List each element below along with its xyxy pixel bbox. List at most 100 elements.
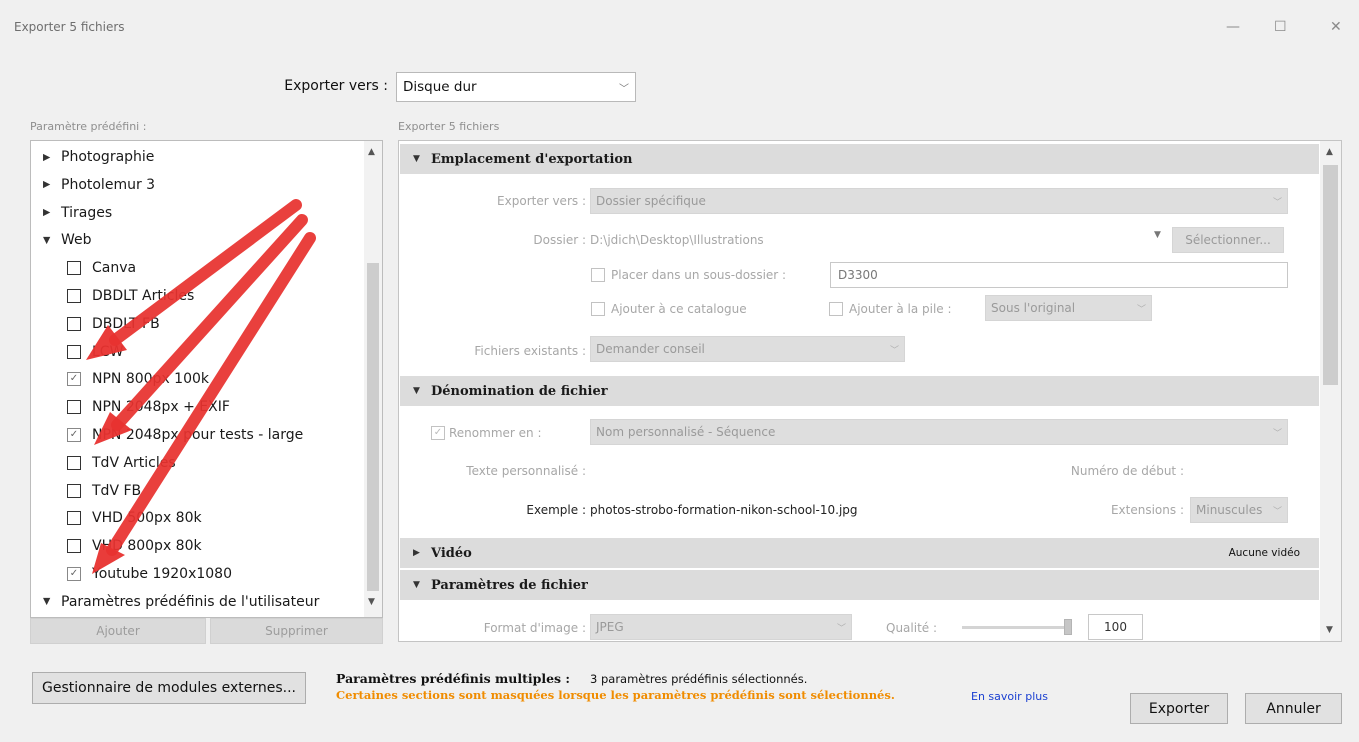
preset-item-label: TdV FB xyxy=(92,482,142,499)
triangle-down-icon: ▼ xyxy=(413,154,420,164)
hidden-sections-warning: Certaines sections sont masquées lorsque… xyxy=(336,688,895,702)
preset-scrollbar[interactable]: ▲ ▼ xyxy=(364,141,382,617)
triangle-down-icon: ▼ xyxy=(413,386,420,396)
extensions-value: Minuscules xyxy=(1196,503,1263,517)
quality-slider-thumb[interactable] xyxy=(1064,619,1072,635)
preset-item-label: NPN 2048px + EXIF xyxy=(92,399,230,416)
rename-template-value: Nom personnalisé - Séquence xyxy=(596,425,776,439)
scroll-down-icon[interactable]: ▼ xyxy=(1326,625,1333,635)
custom-text-label: Texte personnalisé : xyxy=(466,464,586,478)
export-button[interactable]: Exporter xyxy=(1130,693,1228,724)
scroll-up-icon[interactable]: ▲ xyxy=(1326,147,1333,157)
chevron-down-icon: ﹀ xyxy=(1272,506,1282,517)
preset-item[interactable]: DBDLT Articles xyxy=(67,282,194,310)
preset-checkbox[interactable] xyxy=(67,344,81,359)
preset-checkbox[interactable]: ✓ xyxy=(67,428,81,442)
preset-item[interactable]: VHD 500px 80k xyxy=(67,504,202,532)
rename-checkbox[interactable]: ✓ xyxy=(431,426,445,440)
rename-template-dropdown[interactable]: Nom personnalisé - Séquence ﹀ xyxy=(590,419,1288,445)
multi-preset-value: 3 paramètres prédéfinis sélectionnés. xyxy=(590,672,808,686)
stack-dropdown[interactable]: Sous l'original ﹀ xyxy=(985,295,1152,321)
add-catalog-checkbox[interactable] xyxy=(591,302,605,316)
preset-item-label: NPN 2048px pour tests - large xyxy=(92,427,304,443)
triangle-right-icon: ▶ xyxy=(413,548,420,558)
preset-item-label: LCW xyxy=(92,343,124,360)
preset-checkbox[interactable] xyxy=(67,400,81,415)
preset-folder[interactable]: ▼ Web xyxy=(43,226,92,254)
section-file-naming[interactable]: ▼ Dénomination de fichier xyxy=(400,376,1319,406)
preset-item[interactable]: ✓ NPN 2048px pour tests - large xyxy=(67,421,303,449)
add-catalog-label: Ajouter à ce catalogue xyxy=(611,302,747,316)
preset-item[interactable]: VHD 800px 80k xyxy=(67,532,202,560)
preset-tree[interactable]: ▶ Photographie ▶ Photolemur 3 ▶ Tirages ▼ Web Ca… xyxy=(30,140,383,618)
preset-item[interactable]: TdV Articles xyxy=(67,449,176,477)
triangle-down-icon[interactable]: ▼ xyxy=(43,235,61,246)
preset-item-label: Canva xyxy=(92,260,137,277)
subfolder-input[interactable]: D3300 xyxy=(830,262,1288,288)
settings-scrollbar[interactable]: ▲ ▼ xyxy=(1320,141,1341,641)
preset-item[interactable]: DBDLT FB xyxy=(67,310,160,338)
existing-files-value: Demander conseil xyxy=(596,342,705,356)
quality-slider[interactable] xyxy=(962,619,1072,635)
preset-checkbox[interactable] xyxy=(67,289,81,303)
format-value: JPEG xyxy=(596,620,624,634)
preset-folder[interactable]: ▶ Tirages xyxy=(43,199,112,227)
preset-checkbox[interactable] xyxy=(67,316,81,331)
section-video[interactable]: ▶ Vidéo Aucune vidéo xyxy=(400,538,1319,568)
preset-item[interactable]: NPN 2048px + EXIF xyxy=(67,393,230,421)
preset-item[interactable]: Canva xyxy=(67,254,136,282)
settings-panel: ▼ Emplacement d'exportation Exporter ver… xyxy=(398,140,1342,642)
preset-item-label: Photographie xyxy=(61,149,155,165)
scroll-thumb[interactable] xyxy=(1323,165,1338,385)
add-preset-button[interactable]: Ajouter xyxy=(30,618,206,644)
subfolder-checkbox[interactable] xyxy=(591,268,605,282)
folder-history-icon[interactable]: ▼ xyxy=(1154,230,1161,240)
plugin-manager-button[interactable]: Gestionnaire de modules externes... xyxy=(32,672,306,704)
minimize-icon[interactable]: — xyxy=(1226,20,1240,34)
scroll-thumb[interactable] xyxy=(367,263,379,591)
add-stack-checkbox[interactable] xyxy=(829,302,843,316)
triangle-down-icon[interactable]: ▼ xyxy=(43,596,61,607)
remove-preset-button[interactable]: Supprimer xyxy=(210,618,383,644)
preset-checkbox[interactable]: ✓ xyxy=(67,372,81,387)
quality-input[interactable]: 100 xyxy=(1088,614,1143,640)
preset-folder[interactable]: ▶ Photographie xyxy=(43,143,154,171)
existing-files-dropdown[interactable]: Demander conseil ﹀ xyxy=(590,336,905,362)
existing-files-label: Fichiers existants : xyxy=(474,344,586,358)
export-to-value: Disque dur xyxy=(403,79,477,95)
example-value: photos-strobo-formation-nikon-school-10.… xyxy=(590,503,858,517)
preset-folder[interactable]: ▼ Paramètres prédéfinis de l'utilisateur xyxy=(43,588,319,616)
preset-item[interactable]: LCW xyxy=(67,338,123,366)
triangle-right-icon[interactable]: ▶ xyxy=(43,207,61,218)
triangle-down-icon: ▼ xyxy=(413,580,420,590)
scroll-down-icon[interactable]: ▼ xyxy=(368,597,375,607)
title-bar: Exporter 5 fichiers — ☐ ✕ xyxy=(0,0,1359,56)
cancel-button[interactable]: Annuler xyxy=(1245,693,1342,724)
triangle-right-icon[interactable]: ▶ xyxy=(43,152,61,163)
section-file-settings[interactable]: ▼ Paramètres de fichier xyxy=(400,570,1319,600)
learn-more-link[interactable]: En savoir plus xyxy=(971,690,1048,703)
export-location-dropdown[interactable]: Dossier spécifique ﹀ xyxy=(590,188,1288,214)
format-dropdown[interactable]: JPEG ﹀ xyxy=(590,614,852,640)
scroll-up-icon[interactable]: ▲ xyxy=(368,147,375,157)
preset-item[interactable]: ✓ Youtube 1920x1080 xyxy=(67,560,232,588)
preset-checkbox[interactable] xyxy=(67,261,81,276)
section-export-location[interactable]: ▼ Emplacement d'exportation xyxy=(400,144,1319,174)
preset-checkbox[interactable]: ✓ xyxy=(67,567,81,581)
chevron-down-icon: ﹀ xyxy=(836,623,846,634)
export-to-dropdown[interactable]: Disque dur ﹀ xyxy=(396,72,636,102)
video-status: Aucune vidéo xyxy=(1228,547,1300,559)
triangle-right-icon[interactable]: ▶ xyxy=(43,179,61,190)
preset-folder[interactable]: ▶ Photolemur 3 xyxy=(43,171,155,199)
preset-checkbox[interactable] xyxy=(67,511,81,526)
preset-checkbox[interactable] xyxy=(67,539,81,554)
preset-checkbox[interactable] xyxy=(67,455,81,470)
select-folder-button[interactable]: Sélectionner... xyxy=(1172,227,1284,253)
preset-checkbox[interactable] xyxy=(67,483,81,498)
preset-item[interactable]: TdV FB xyxy=(67,477,141,505)
maximize-icon[interactable]: ☐ xyxy=(1274,20,1287,34)
extensions-dropdown[interactable]: Minuscules ﹀ xyxy=(1190,497,1288,523)
preset-item[interactable]: ✓ NPN 800px 100k xyxy=(67,365,209,393)
preset-item-label: Youtube 1920x1080 xyxy=(92,566,232,582)
close-icon[interactable]: ✕ xyxy=(1330,20,1342,34)
